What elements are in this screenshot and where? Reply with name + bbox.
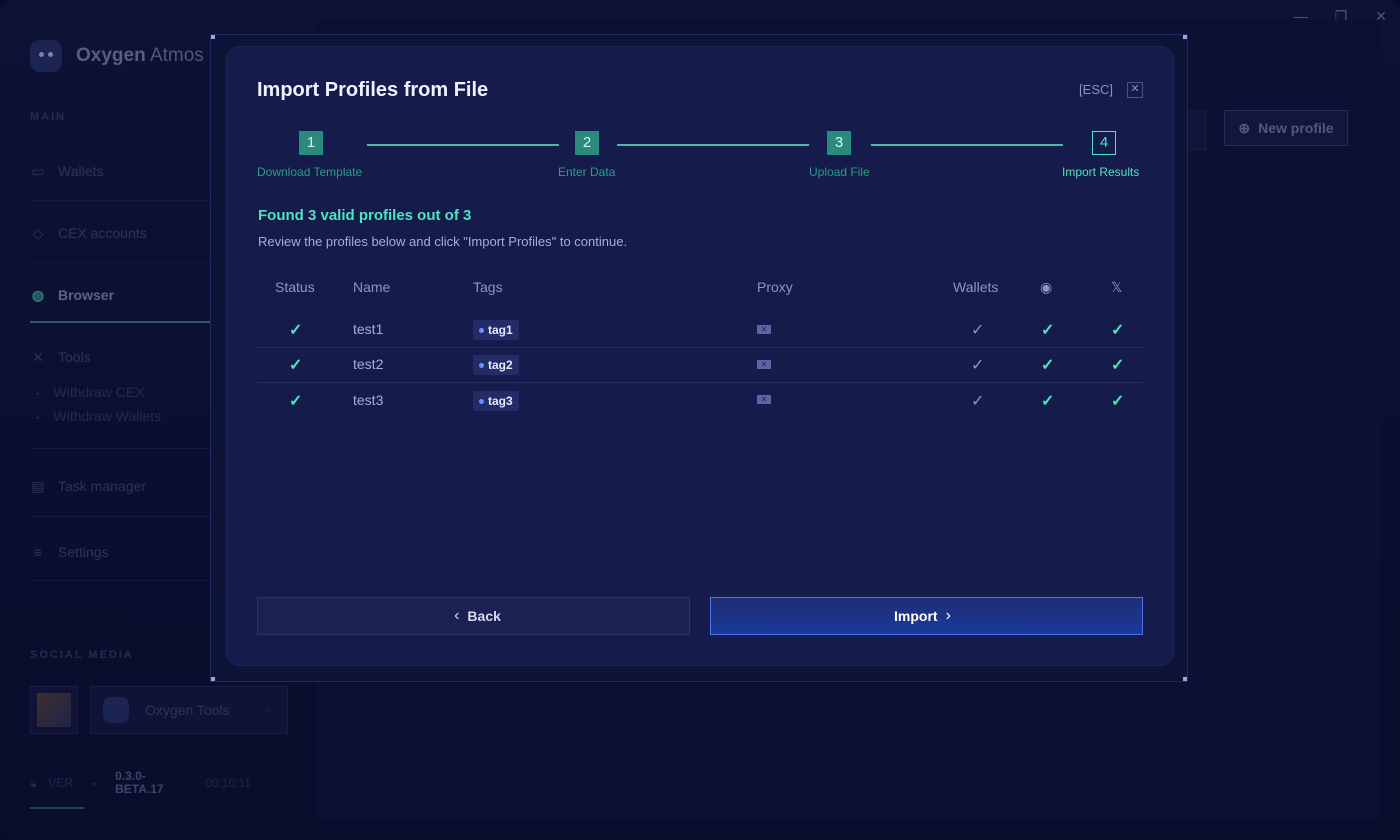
- x-twitter-icon: 𝕏: [1111, 279, 1123, 295]
- step-3-label: Upload File: [809, 165, 870, 179]
- frame-corner: [1183, 677, 1187, 681]
- chevron-right-icon: ›: [945, 607, 951, 624]
- discord-icon: ◉: [1040, 279, 1053, 295]
- review-instructions: Review the profiles below and click "Imp…: [258, 234, 628, 249]
- row-divider: [257, 382, 1143, 383]
- import-button[interactable]: Import ›: [710, 597, 1143, 635]
- import-label: Import: [894, 608, 938, 624]
- no-proxy-icon: ✕: [757, 360, 771, 369]
- no-proxy-icon: ✕: [757, 395, 771, 404]
- tag-dot-icon: [479, 399, 484, 405]
- step-connector: [871, 144, 1063, 146]
- column-header-proxy: Proxy: [757, 279, 793, 295]
- discord-check-icon: ✓: [1041, 357, 1055, 374]
- row-name: test1: [353, 321, 384, 337]
- tag-dot-icon: [479, 363, 484, 369]
- back-label: Back: [467, 608, 501, 624]
- no-proxy-icon: ✕: [757, 325, 771, 334]
- chevron-left-icon: ‹: [454, 607, 460, 624]
- frame-corner: [211, 35, 215, 39]
- step-2-label: Enter Data: [558, 165, 616, 179]
- frame-corner: [1183, 35, 1187, 39]
- discord-check-icon: ✓: [1041, 393, 1055, 410]
- column-header-status: Status: [275, 279, 315, 295]
- tag-label: tag1: [488, 323, 513, 337]
- tag-label: tag2: [488, 358, 513, 372]
- discord-check-icon: ✓: [1041, 322, 1055, 339]
- twitter-check-icon: ✓: [1111, 322, 1125, 339]
- step-connector: [617, 144, 809, 146]
- step-1-number: 1: [299, 131, 323, 155]
- esc-hint: [ESC]: [1079, 82, 1113, 97]
- tag-badge: tag3: [473, 391, 519, 411]
- step-4-label: Import Results: [1062, 165, 1140, 179]
- status-check-icon: ✓: [289, 393, 303, 410]
- step-3-number: 3: [827, 131, 851, 155]
- back-button[interactable]: ‹ Back: [257, 597, 690, 635]
- found-summary: Found 3 valid profiles out of 3: [258, 207, 472, 224]
- close-icon[interactable]: ✕: [1127, 82, 1143, 98]
- wallets-check-icon: ✓: [971, 393, 985, 410]
- twitter-check-icon: ✓: [1111, 357, 1125, 374]
- tag-badge: tag2: [473, 355, 519, 375]
- step-1-label: Download Template: [257, 165, 363, 179]
- step-2-number: 2: [575, 131, 599, 155]
- modal-title: Import Profiles from File: [257, 79, 489, 101]
- column-header-tags: Tags: [473, 279, 503, 295]
- status-check-icon: ✓: [289, 322, 303, 339]
- step-4-number: 4: [1092, 131, 1116, 155]
- tag-badge: tag1: [473, 320, 519, 340]
- row-name: test2: [353, 356, 384, 372]
- wallets-check-icon: ✓: [971, 322, 985, 339]
- twitter-check-icon: ✓: [1111, 393, 1125, 410]
- step-connector: [367, 144, 559, 146]
- import-profiles-modal: Import Profiles from File [ESC] ✕ 1 2 3 …: [226, 46, 1174, 666]
- column-header-wallets: Wallets: [953, 279, 999, 295]
- row-divider: [257, 347, 1143, 348]
- column-header-name: Name: [353, 279, 391, 295]
- row-name: test3: [353, 392, 384, 408]
- frame-corner: [211, 677, 215, 681]
- tag-label: tag3: [488, 394, 513, 408]
- tag-dot-icon: [479, 328, 484, 334]
- status-check-icon: ✓: [289, 357, 303, 374]
- wallets-check-icon: ✓: [971, 357, 985, 374]
